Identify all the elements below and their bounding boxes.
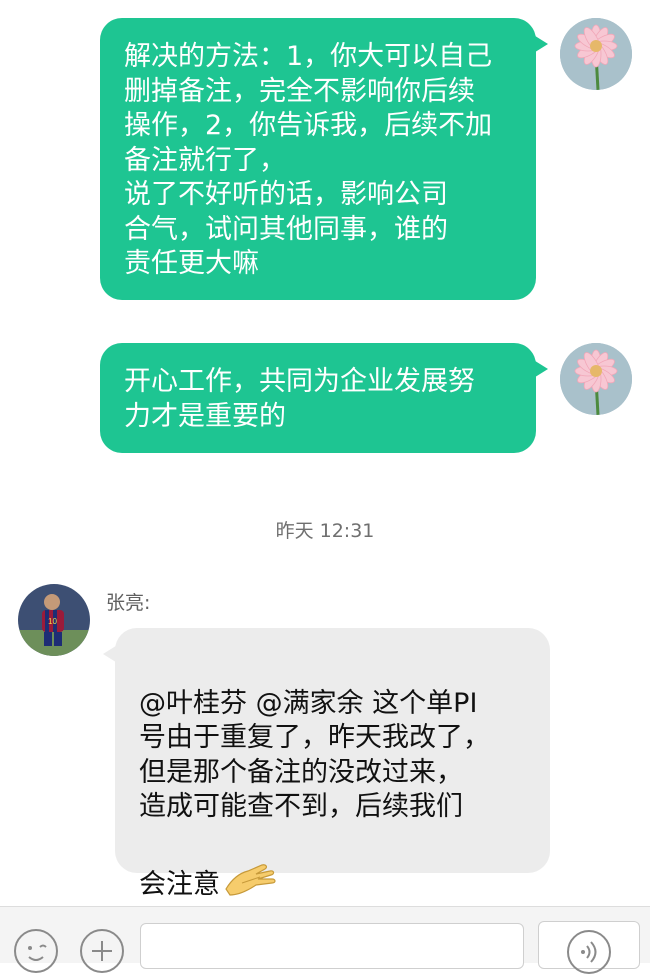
flower-avatar-image — [560, 343, 632, 415]
message-input[interactable] — [140, 923, 524, 969]
message-timestamp: 昨天 12:31 — [275, 520, 375, 542]
self-avatar[interactable] — [560, 343, 632, 415]
flower-avatar-image — [560, 18, 632, 90]
outgoing-message-bubble[interactable]: 开心工作，共同为企业发展努 力才是重要的 — [100, 343, 548, 453]
svg-text:10: 10 — [48, 617, 57, 626]
incoming-message-bubble[interactable]: @叶桂芬 @满家余 这个单PI 号由于重复了，昨天我改了， 但是那个备注的没改过… — [103, 628, 550, 900]
plus-icon[interactable] — [80, 929, 124, 973]
incoming-message-text-tail: 会注意 — [139, 869, 220, 900]
sender-name: 张亮: — [106, 592, 151, 614]
voice-icon — [567, 930, 611, 974]
incoming-message-text: @叶桂芬 @满家余 这个单PI 号由于重复了，昨天我改了， 但是那个备注的没改过… — [139, 687, 490, 823]
self-avatar[interactable] — [560, 18, 632, 90]
soccer-player-avatar-image: 10 — [18, 584, 90, 656]
input-toolbar — [0, 906, 650, 974]
outgoing-message-bubble[interactable]: 解决的方法：1，你大可以自己 删掉备注，完全不影响你后续 操作，2，你告诉我，后… — [100, 18, 548, 300]
handshake-emoji-icon — [222, 825, 278, 909]
contact-avatar[interactable]: 10 — [18, 584, 90, 656]
smiley-icon[interactable] — [14, 929, 58, 973]
